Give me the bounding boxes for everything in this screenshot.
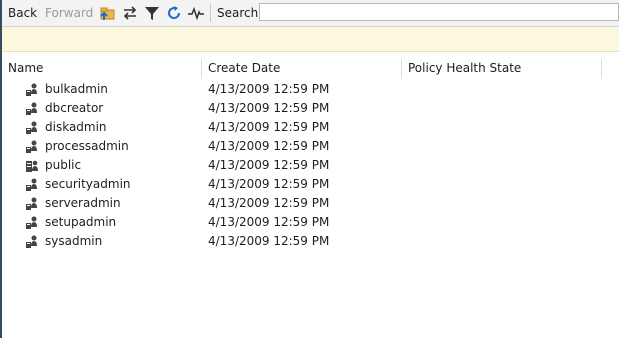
row-create-date: 4/13/2009 12:59 PM bbox=[208, 234, 330, 248]
column-header-create-date[interactable]: Create Date bbox=[208, 57, 280, 79]
row-name: sysadmin bbox=[45, 234, 103, 248]
toolbar: Back Forward Search bbox=[2, 0, 619, 27]
server-roles-list: bulkadmin 4/13/2009 12:59 PM dbcreator 4… bbox=[2, 80, 619, 251]
server-role-icon bbox=[24, 177, 39, 192]
row-create-date: 4/13/2009 12:59 PM bbox=[208, 82, 330, 96]
row-create-date: 4/13/2009 12:59 PM bbox=[208, 139, 330, 153]
table-row[interactable]: setupadmin 4/13/2009 12:59 PM bbox=[2, 213, 619, 232]
column-divider[interactable] bbox=[201, 59, 202, 79]
row-create-date: 4/13/2009 12:59 PM bbox=[208, 101, 330, 115]
sync-icon[interactable] bbox=[121, 4, 139, 22]
toolbar-separator bbox=[210, 4, 211, 22]
row-name: public bbox=[45, 158, 82, 172]
refresh-icon[interactable] bbox=[165, 4, 183, 22]
filter-icon[interactable] bbox=[143, 4, 161, 22]
row-name: bulkadmin bbox=[45, 82, 108, 96]
table-row[interactable]: sysadmin 4/13/2009 12:59 PM bbox=[2, 232, 619, 251]
server-role-icon bbox=[24, 234, 39, 249]
server-role-icon bbox=[24, 196, 39, 211]
server-role-icon bbox=[24, 139, 39, 154]
info-bar bbox=[2, 27, 619, 52]
table-row[interactable]: dbcreator 4/13/2009 12:59 PM bbox=[2, 99, 619, 118]
column-header-policy-health-state[interactable]: Policy Health State bbox=[408, 57, 521, 79]
table-row[interactable]: bulkadmin 4/13/2009 12:59 PM bbox=[2, 80, 619, 99]
row-create-date: 4/13/2009 12:59 PM bbox=[208, 215, 330, 229]
table-row[interactable]: diskadmin 4/13/2009 12:59 PM bbox=[2, 118, 619, 137]
forward-button[interactable]: Forward bbox=[45, 6, 93, 20]
row-create-date: 4/13/2009 12:59 PM bbox=[208, 158, 330, 172]
back-button[interactable]: Back bbox=[8, 6, 37, 20]
table-row[interactable]: processadmin 4/13/2009 12:59 PM bbox=[2, 137, 619, 156]
table-row[interactable]: securityadmin 4/13/2009 12:59 PM bbox=[2, 175, 619, 194]
row-name: serveradmin bbox=[45, 196, 121, 210]
row-create-date: 4/13/2009 12:59 PM bbox=[208, 177, 330, 191]
row-name: processadmin bbox=[45, 139, 129, 153]
server-role-icon bbox=[24, 215, 39, 230]
row-name: setupadmin bbox=[45, 215, 117, 229]
search-label: Search bbox=[217, 6, 259, 20]
column-header-name[interactable]: Name bbox=[8, 57, 43, 79]
server-role-icon bbox=[24, 120, 39, 135]
public-role-icon bbox=[24, 158, 39, 173]
server-role-icon bbox=[24, 101, 39, 116]
column-header-row: Name Create Date Policy Health State bbox=[2, 57, 619, 79]
search-input[interactable] bbox=[259, 3, 619, 21]
column-divider[interactable] bbox=[601, 59, 602, 79]
server-role-icon bbox=[24, 82, 39, 97]
row-name: diskadmin bbox=[45, 120, 107, 134]
row-create-date: 4/13/2009 12:59 PM bbox=[208, 196, 330, 210]
activity-icon[interactable] bbox=[187, 4, 205, 22]
column-divider[interactable] bbox=[401, 59, 402, 79]
row-name: securityadmin bbox=[45, 177, 131, 191]
table-row[interactable]: public 4/13/2009 12:59 PM bbox=[2, 156, 619, 175]
table-row[interactable]: serveradmin 4/13/2009 12:59 PM bbox=[2, 194, 619, 213]
new-folder-icon[interactable] bbox=[99, 4, 117, 22]
row-name: dbcreator bbox=[45, 101, 104, 115]
row-create-date: 4/13/2009 12:59 PM bbox=[208, 120, 330, 134]
